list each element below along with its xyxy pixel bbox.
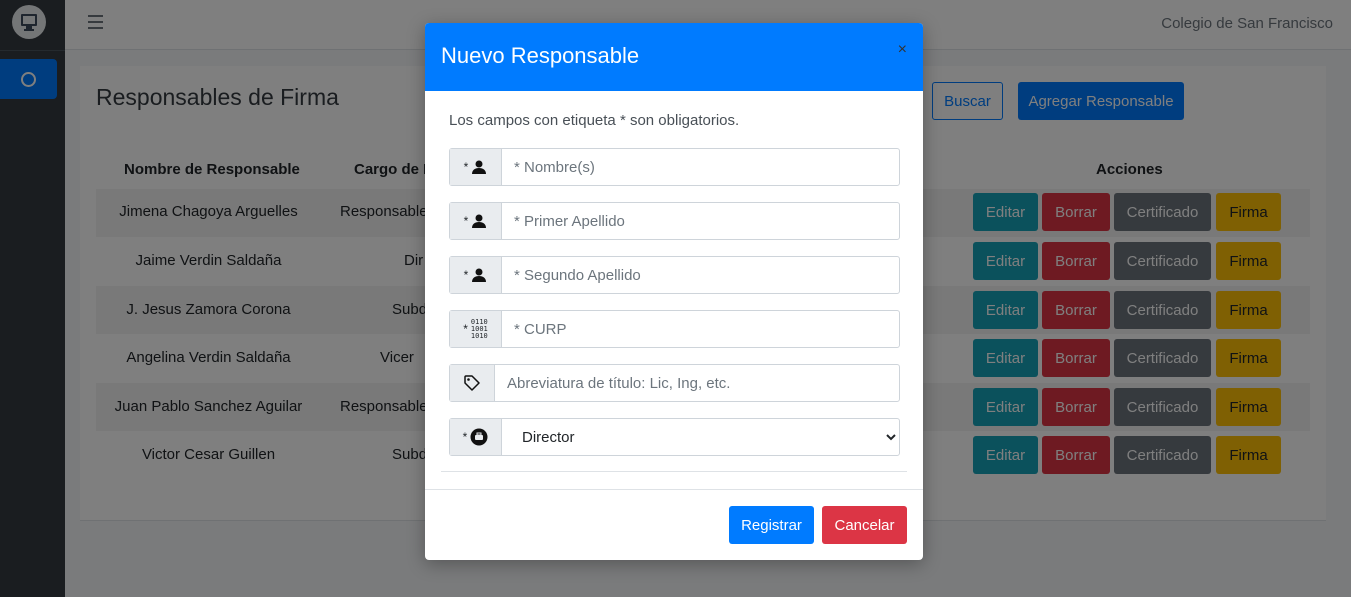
- primer-apellido-field: *: [449, 202, 900, 240]
- primer-apellido-input[interactable]: [502, 203, 899, 239]
- abreviatura-addon: [450, 365, 495, 401]
- binary-icon: 0110 1001 1010: [470, 318, 488, 340]
- required-star: *: [462, 430, 468, 444]
- cancelar-button[interactable]: Cancelar: [822, 506, 907, 544]
- cargo-select[interactable]: Director: [502, 419, 899, 455]
- modal-header: Nuevo Responsable ×: [425, 23, 923, 91]
- segundo-apellido-addon: *: [450, 257, 502, 293]
- cargo-field: * Director: [449, 418, 900, 456]
- cargo-addon: *: [450, 419, 502, 455]
- nombre-field: *: [449, 148, 900, 186]
- binary-icon-line: 1010: [470, 331, 488, 340]
- required-star: *: [463, 214, 469, 228]
- nombre-addon: *: [450, 149, 502, 185]
- segundo-apellido-input[interactable]: [502, 257, 899, 293]
- primer-apellido-addon: *: [450, 203, 502, 239]
- curp-addon: * 0110 1001 1010: [450, 311, 502, 347]
- curp-input[interactable]: [502, 311, 899, 347]
- nombre-input[interactable]: [502, 149, 899, 185]
- user-icon: [472, 214, 487, 228]
- curp-field: * 0110 1001 1010: [449, 310, 900, 348]
- user-icon: [472, 268, 487, 282]
- abreviatura-input[interactable]: [495, 365, 899, 401]
- modal-divider: [441, 471, 907, 472]
- modal-footer-divider: [425, 489, 923, 490]
- abreviatura-field: [449, 364, 900, 402]
- required-star: *: [463, 322, 468, 336]
- registrar-button[interactable]: Registrar: [729, 506, 814, 544]
- user-icon: [472, 160, 487, 174]
- modal-title: Nuevo Responsable: [441, 43, 640, 68]
- nuevo-responsable-modal: Nuevo Responsable × Los campos con etiqu…: [425, 23, 923, 560]
- required-fields-note: Los campos con etiqueta * son obligatori…: [449, 112, 740, 129]
- segundo-apellido-field: *: [449, 256, 900, 294]
- close-icon[interactable]: ×: [898, 41, 907, 59]
- required-star: *: [463, 268, 469, 282]
- required-star: *: [463, 160, 469, 174]
- user-tie-icon: [470, 428, 488, 446]
- tag-icon: [464, 375, 480, 391]
